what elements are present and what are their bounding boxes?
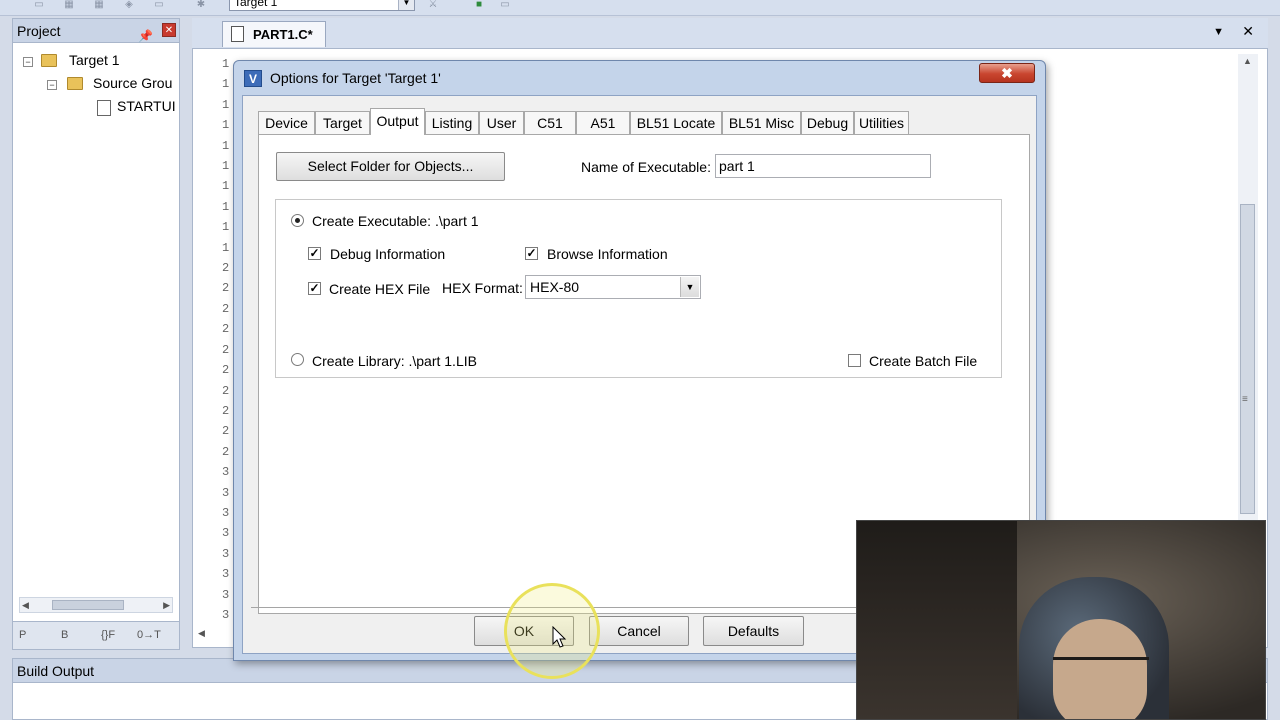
executable-name-input[interactable]: part 1 <box>715 154 931 178</box>
webcam-background <box>857 521 1017 719</box>
presenter-glasses <box>1053 657 1149 677</box>
toolbar-icon[interactable]: ▦ <box>60 0 78 10</box>
close-icon[interactable]: ✕ <box>162 23 176 37</box>
toolbar-icon[interactable]: ◈ <box>120 0 138 10</box>
tab-a51[interactable]: A51 <box>576 111 630 134</box>
create-hex-label: Create HEX File <box>329 281 431 297</box>
mouse-pointer-icon <box>552 626 567 648</box>
toolbar-icon[interactable]: ▭ <box>150 0 168 10</box>
tree-item-target[interactable]: Target 1 <box>69 52 120 68</box>
scroll-thumb[interactable] <box>1240 204 1255 514</box>
project-panel-title: Project <box>17 23 61 39</box>
debug-information-checkbox[interactable]: ✓ <box>308 247 321 260</box>
tab-part1-c[interactable]: PART1.C* <box>222 21 326 47</box>
browse-information-checkbox[interactable]: ✓ <box>525 247 538 260</box>
tab-debug[interactable]: Debug <box>801 111 854 134</box>
tab-bl51-misc[interactable]: BL51 Misc <box>722 111 801 134</box>
project-panel-tabs: P B {}F 0→T <box>13 621 179 649</box>
keil-icon: V <box>244 70 262 87</box>
chevron-down-icon[interactable]: ▼ <box>1213 26 1224 38</box>
editor-tab-label: PART1.C* <box>253 27 313 42</box>
close-icon[interactable]: ✕ <box>1242 23 1254 40</box>
document-icon <box>231 26 244 42</box>
cancel-button[interactable]: Cancel <box>589 616 689 646</box>
project-panel-header: Project 📌 ✕ <box>13 19 179 43</box>
create-library-radio[interactable] <box>291 353 304 366</box>
project-hscrollbar[interactable]: ◀ ▶ <box>19 597 173 613</box>
tab-device[interactable]: Device <box>258 111 315 134</box>
tree-collapse-icon[interactable]: − <box>47 80 57 90</box>
dialog-close-button[interactable]: ✖ <box>979 63 1035 83</box>
toolbar-icon[interactable]: ▭ <box>496 0 514 10</box>
scroll-left-icon[interactable]: ◀ <box>22 598 29 612</box>
target-select[interactable]: Target 1 ▼ <box>229 0 415 11</box>
tab-listing[interactable]: Listing <box>425 111 479 134</box>
name-of-executable-label: Name of Executable: <box>581 159 711 175</box>
project-panel: Project 📌 ✕ − Target 1 − Source Grou STA… <box>12 18 180 650</box>
hex-format-select[interactable]: HEX-80 ▼ <box>525 275 701 299</box>
target-folder-icon <box>41 54 57 67</box>
create-hex-checkbox[interactable]: ✓ <box>308 282 321 295</box>
target-select-value: Target 1 <box>234 0 278 9</box>
output-options-group: Create Executable: .\part 1 ✓ Debug Info… <box>275 199 1002 378</box>
tab-bl51-locate[interactable]: BL51 Locate <box>630 111 722 134</box>
select-folder-button[interactable]: Select Folder for Objects... <box>276 152 505 181</box>
scroll-right-icon[interactable]: ▶ <box>163 598 170 612</box>
tab-utilities[interactable]: Utilities <box>854 111 909 134</box>
main-toolbar: ▭ ▦ ▦ ◈ ▭ ✱ Target 1 ▼ ⚔ ■ ▭ <box>0 0 1280 16</box>
dialog-titlebar[interactable]: V Options for Target 'Target 1' ✖ <box>234 61 1045 95</box>
toolbar-icon[interactable]: ■ <box>470 0 488 10</box>
create-batch-file-checkbox[interactable] <box>848 354 861 367</box>
toolbar-icon[interactable]: ▦ <box>90 0 108 10</box>
tab-user[interactable]: User <box>479 111 524 134</box>
debug-information-label: Debug Information <box>330 246 446 262</box>
tree-collapse-icon[interactable]: − <box>23 57 33 67</box>
create-executable-radio[interactable] <box>291 214 304 227</box>
grip-icon: ≡ <box>1242 394 1248 405</box>
editor-tabbar: PART1.C* ▼ ✕ <box>192 18 1268 48</box>
tab-books[interactable]: B <box>61 626 68 644</box>
pin-icon[interactable]: 📌 <box>138 24 153 48</box>
tree-item-source-group[interactable]: Source Grou <box>93 75 172 91</box>
toolbar-icon[interactable]: ⚔ <box>424 0 442 10</box>
tab-target[interactable]: Target <box>315 111 370 134</box>
tab-c51[interactable]: C51 <box>524 111 576 134</box>
chevron-down-icon[interactable]: ▼ <box>680 277 699 297</box>
tab-project[interactable]: P <box>19 626 26 644</box>
chevron-down-icon[interactable]: ▼ <box>398 0 414 10</box>
toolbar-icon[interactable]: ✱ <box>192 0 210 10</box>
scroll-left-icon[interactable]: ◀ <box>198 628 205 639</box>
tab-functions[interactable]: {}F <box>101 626 115 644</box>
create-batch-file-label: Create Batch File <box>869 353 978 369</box>
create-executable-label: Create Executable: .\part 1 <box>312 213 479 229</box>
webcam-overlay <box>856 520 1266 720</box>
browse-information-label: Browse Information <box>547 246 668 262</box>
tab-templates[interactable]: 0→T <box>137 626 161 644</box>
scroll-up-icon[interactable]: ▲ <box>1243 56 1252 66</box>
dialog-title: Options for Target 'Target 1' <box>270 70 441 86</box>
defaults-button[interactable]: Defaults <box>703 616 804 646</box>
hex-format-value: HEX-80 <box>530 279 580 295</box>
scroll-thumb[interactable] <box>52 600 124 610</box>
folder-icon <box>67 77 83 90</box>
file-icon <box>97 100 111 116</box>
tab-output[interactable]: Output <box>370 108 425 135</box>
hex-format-label: HEX Format: <box>442 280 523 296</box>
toolbar-icon[interactable]: ▭ <box>30 0 48 10</box>
tree-item-startup-file[interactable]: STARTUI <box>117 98 176 114</box>
create-library-label: Create Library: .\part 1.LIB <box>312 353 477 369</box>
